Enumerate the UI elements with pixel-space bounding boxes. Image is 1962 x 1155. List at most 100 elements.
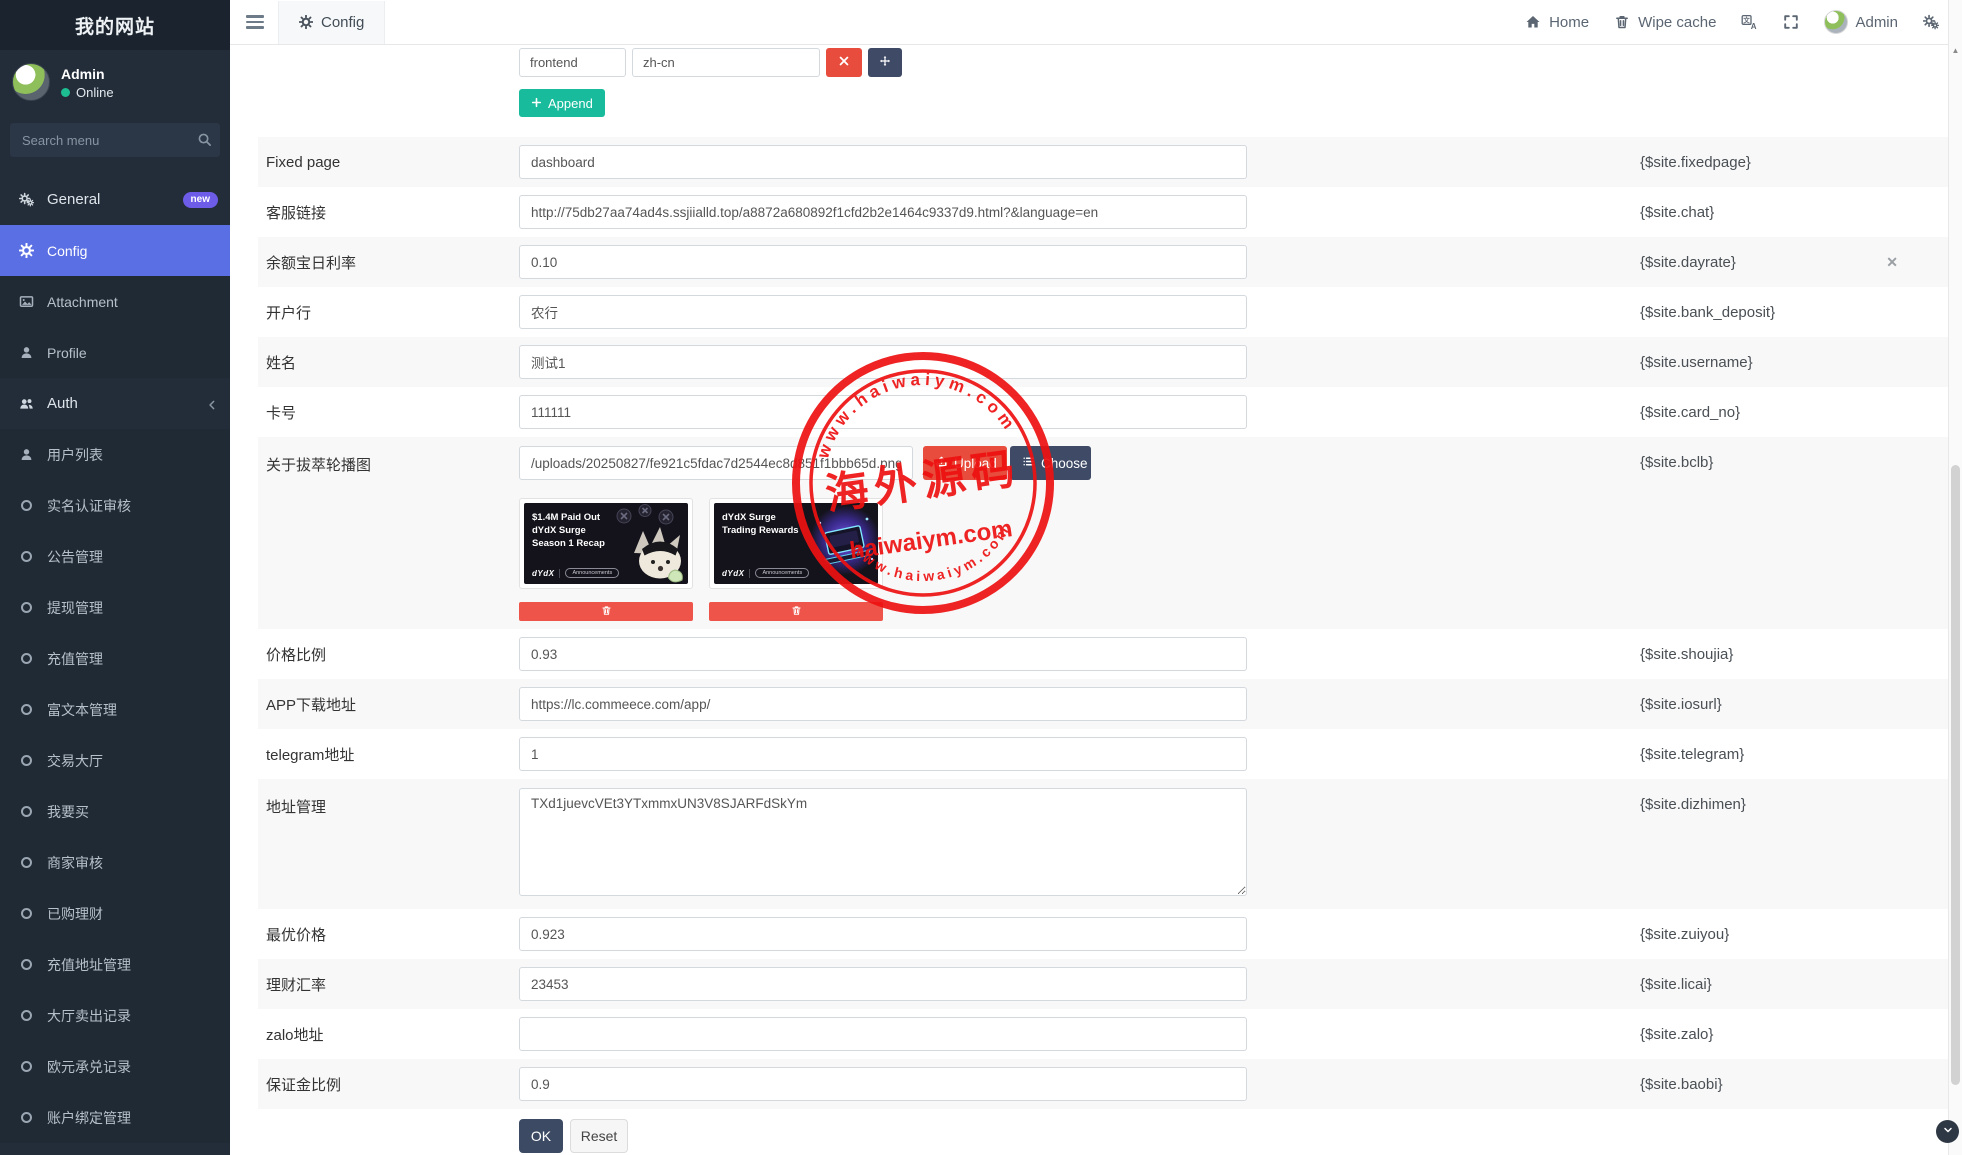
- field-control: [519, 245, 1247, 279]
- delete-image-button[interactable]: [709, 602, 883, 621]
- sidebar-item-realname-audit[interactable]: 实名认证审核: [0, 480, 230, 531]
- list-icon: [1022, 455, 1035, 471]
- announcements-pill: Announcements: [565, 568, 619, 578]
- sidebar-item-label: 欧元承兑记录: [47, 1057, 131, 1077]
- sidebar-item-auth[interactable]: Auth: [0, 378, 230, 429]
- form-row-fixedpage: Fixed page {$site.fixedpage}: [258, 137, 1948, 187]
- reset-button[interactable]: Reset: [570, 1119, 628, 1153]
- field-input-bank_deposit[interactable]: [519, 295, 1247, 329]
- field-input-dayrate[interactable]: [519, 245, 1247, 279]
- field-input-zalo[interactable]: [519, 1017, 1247, 1051]
- gears-icon: [18, 192, 34, 208]
- field-input-fixedpage[interactable]: [519, 145, 1247, 179]
- field-label: 姓名: [258, 352, 519, 373]
- field-label: 价格比例: [258, 644, 519, 665]
- field-label: zalo地址: [258, 1024, 519, 1045]
- wipe-cache-link[interactable]: Wipe cache: [1613, 13, 1716, 31]
- circle-icon: [21, 755, 32, 766]
- template-var: {$site.fixedpage}: [1640, 154, 1751, 171]
- sidebar-item-richtext-mgmt[interactable]: 富文本管理: [0, 684, 230, 735]
- field-control: [519, 345, 1247, 379]
- sidebar-item-general[interactable]: Generalnew: [0, 174, 230, 225]
- scroll-up-arrow-icon[interactable]: ▲: [1949, 46, 1962, 55]
- scroll-bottom-button[interactable]: [1936, 1120, 1959, 1143]
- sidebar-item-hall-sell-records[interactable]: 大厅卖出记录: [0, 990, 230, 1041]
- user-status: Online: [61, 85, 114, 100]
- delete-image-button[interactable]: [519, 602, 693, 621]
- upload-button[interactable]: Upload: [923, 446, 1007, 480]
- sidebar-item-euro-exchange-records[interactable]: 欧元承兑记录: [0, 1041, 230, 1092]
- scrollbar-thumb[interactable]: [1951, 465, 1960, 1085]
- field-textarea-dizhimen[interactable]: [519, 788, 1247, 896]
- circle-icon: [18, 498, 34, 514]
- field-control: [519, 737, 1247, 771]
- field-input-shoujia[interactable]: [519, 637, 1247, 671]
- sidebar-item-label: 商家审核: [47, 853, 103, 873]
- scrollbar[interactable]: ▲: [1948, 0, 1962, 1155]
- sidebar-item-notice-mgmt[interactable]: 公告管理: [0, 531, 230, 582]
- field-input-baobi[interactable]: [519, 1067, 1247, 1101]
- ok-button[interactable]: OK: [519, 1119, 563, 1153]
- sidebar-item-config[interactable]: Config: [0, 225, 230, 276]
- online-dot-icon: [61, 88, 70, 97]
- choose-button[interactable]: Choose: [1010, 446, 1091, 480]
- lang-value-input[interactable]: [632, 48, 820, 77]
- remove-lang-button[interactable]: [826, 48, 862, 77]
- field-label: APP下载地址: [258, 694, 519, 715]
- circle-icon: [21, 653, 32, 664]
- circle-icon: [18, 651, 34, 667]
- lang-key-input[interactable]: [519, 48, 626, 77]
- banner-brand: dYdXAnnouncements: [532, 568, 619, 578]
- sidebar-item-purchased-finance[interactable]: 已购理财: [0, 888, 230, 939]
- field-control: [519, 145, 1247, 179]
- circle-icon: [18, 804, 34, 820]
- sidebar-item-i-want-buy[interactable]: 我要买: [0, 786, 230, 837]
- field-input-zuiyou[interactable]: [519, 917, 1247, 951]
- settings-gears-icon[interactable]: [1922, 13, 1940, 31]
- translate-icon[interactable]: 文A: [1740, 13, 1758, 31]
- chevron-down-icon: [1942, 1123, 1954, 1141]
- sidebar-item-label: Auth: [47, 395, 78, 412]
- field-input-card_no[interactable]: [519, 395, 1247, 429]
- sidebar-item-recharge-mgmt[interactable]: 充值管理: [0, 633, 230, 684]
- user-icon: [18, 345, 34, 361]
- field-input-telegram[interactable]: [519, 737, 1247, 771]
- sidebar-item-merchant-audit[interactable]: 商家审核: [0, 837, 230, 888]
- sidebar-item-trade-hall[interactable]: 交易大厅: [0, 735, 230, 786]
- circle-icon: [18, 1008, 34, 1024]
- remove-row-icon[interactable]: ✕: [1886, 254, 1898, 271]
- append-button[interactable]: Append: [519, 89, 605, 117]
- append-label: Append: [548, 96, 593, 111]
- drag-lang-button[interactable]: [868, 48, 902, 77]
- template-var: {$site.licai}: [1640, 976, 1712, 993]
- field-input-licai[interactable]: [519, 967, 1247, 1001]
- circle-icon: [18, 1110, 34, 1126]
- sidebar-item-user-list[interactable]: 用户列表: [0, 429, 230, 480]
- field-input-username[interactable]: [519, 345, 1247, 379]
- form-row-shoujia: 价格比例{$site.shoujia}: [258, 629, 1948, 679]
- image-preview-card[interactable]: dYdX SurgeTrading RewardsdYdXAnnouncemen…: [709, 498, 883, 589]
- template-var: {$site.telegram}: [1640, 746, 1744, 763]
- template-var: {$site.baobi}: [1640, 1076, 1723, 1093]
- form-row-baobi: 保证金比例{$site.baobi}: [258, 1059, 1948, 1109]
- hamburger-menu-icon[interactable]: [246, 15, 264, 29]
- banner-image: $1.4M Paid OutdYdX SurgeSeason 1 RecapdY…: [524, 503, 688, 584]
- field-label: 最优价格: [258, 924, 519, 945]
- field-label: 开户行: [258, 302, 519, 323]
- field-input-iosurl[interactable]: [519, 687, 1247, 721]
- tab-config[interactable]: Config: [278, 1, 385, 44]
- field-input-chat[interactable]: [519, 195, 1247, 229]
- sidebar-item-profile[interactable]: Profile: [0, 327, 230, 378]
- sidebar-item-account-bind-mgmt[interactable]: 账户绑定管理: [0, 1092, 230, 1143]
- field-input-bclb[interactable]: [519, 446, 913, 480]
- sidebar-item-withdraw-mgmt[interactable]: 提现管理: [0, 582, 230, 633]
- image-preview-card[interactable]: $1.4M Paid OutdYdX SurgeSeason 1 RecapdY…: [519, 498, 693, 589]
- sidebar-item-attachment[interactable]: Attachment: [0, 276, 230, 327]
- field-label: Fixed page: [258, 154, 519, 171]
- fullscreen-icon[interactable]: [1782, 13, 1800, 31]
- search-input[interactable]: [10, 123, 220, 157]
- template-var: {$site.dizhimen}: [1640, 788, 1746, 813]
- sidebar-item-recharge-addr-mgmt[interactable]: 充值地址管理: [0, 939, 230, 990]
- home-link[interactable]: Home: [1524, 13, 1589, 31]
- admin-menu[interactable]: Admin: [1824, 10, 1898, 34]
